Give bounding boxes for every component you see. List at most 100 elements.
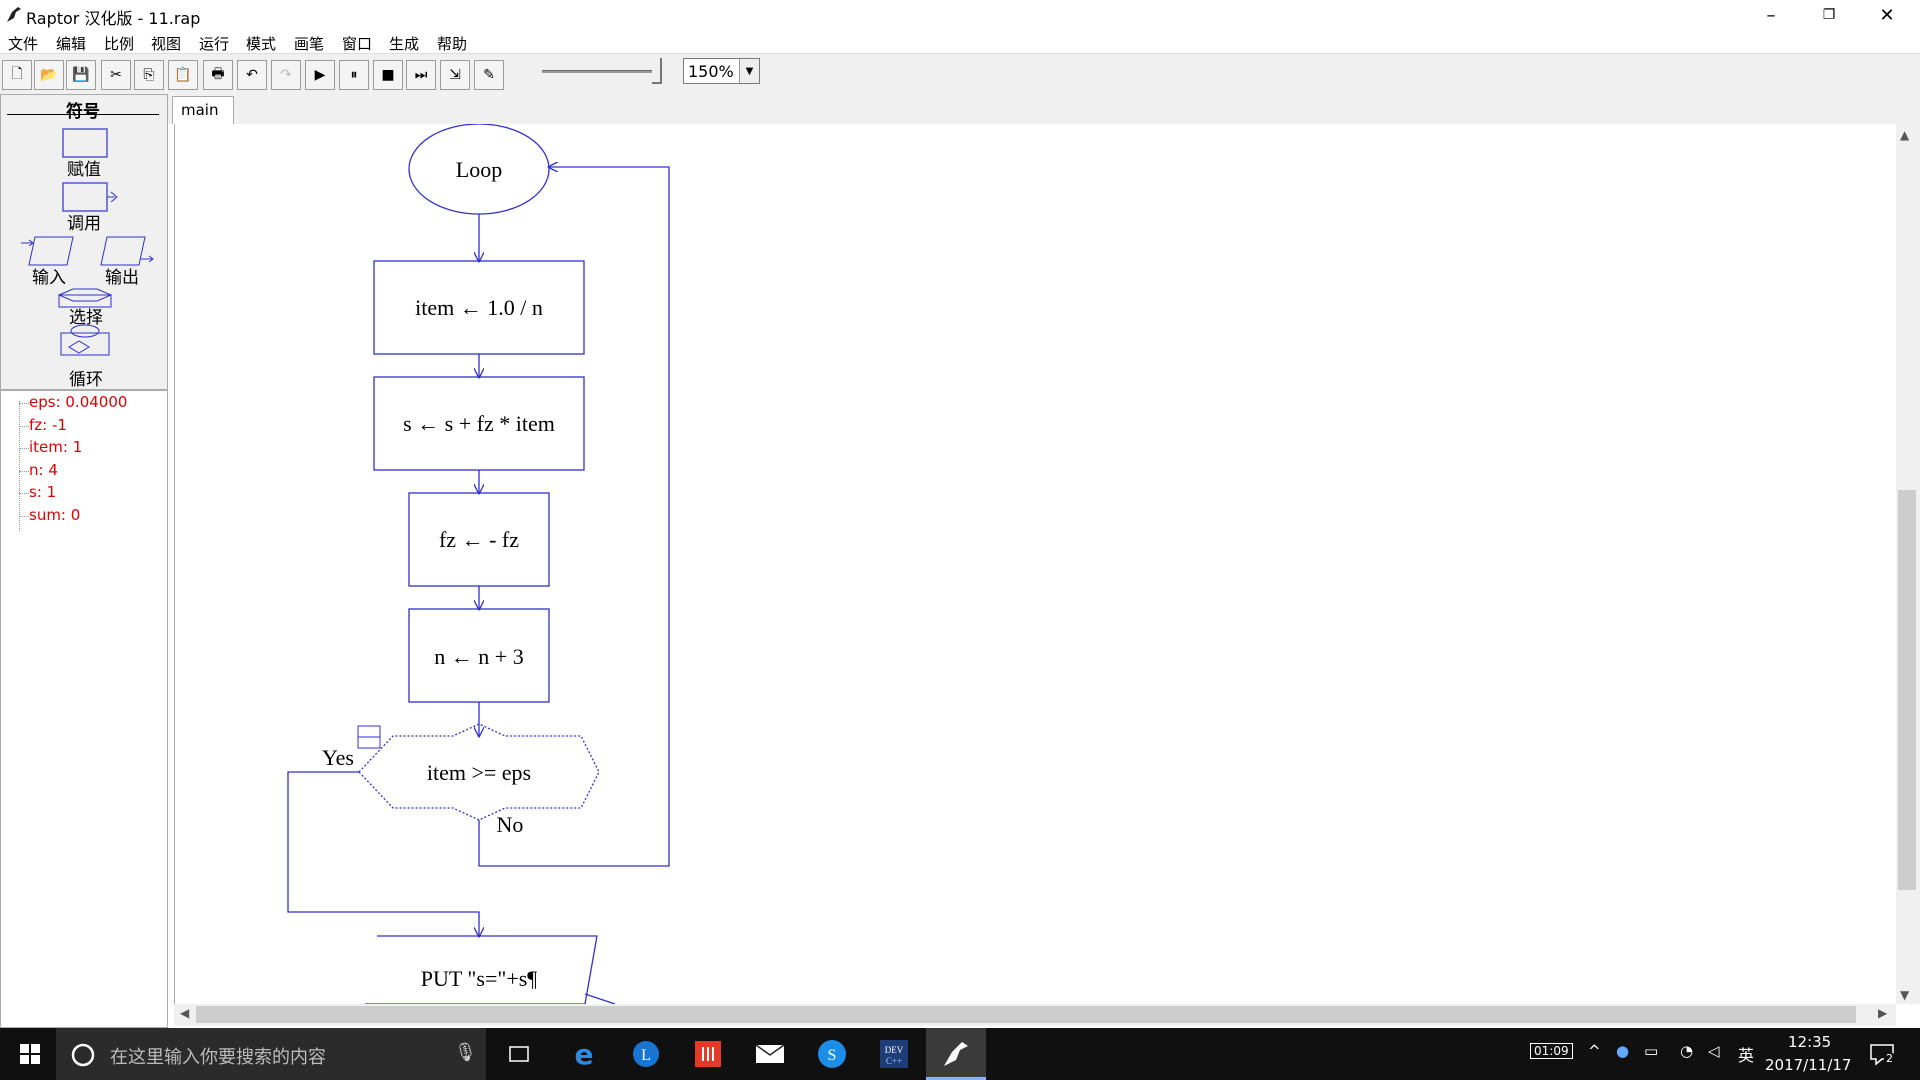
speed-slider-track[interactable] (542, 70, 662, 73)
menu-scale[interactable]: 比例 (104, 33, 134, 54)
title-bar: Raptor 汉化版 - 11.rap – ❐ ✕ (0, 0, 1920, 30)
loop-exit-line (287, 771, 479, 936)
chevron-down-icon[interactable]: ▼ (739, 59, 759, 83)
variable-item: n: 4 (29, 461, 58, 479)
devcpp-icon[interactable]: DEV C++ (876, 1036, 912, 1072)
notification-count: 2 (1884, 1052, 1895, 1065)
call-symbol-label[interactable]: 调用 (67, 209, 101, 234)
cortana-icon (71, 1043, 95, 1067)
pause-icon[interactable]: ⏸ (339, 60, 369, 90)
scroll-down-icon[interactable]: ▼ (1900, 988, 1909, 1002)
speed-slider-thumb[interactable] (652, 58, 662, 84)
step3-label: fz ← - fz (439, 527, 519, 552)
flowchart-canvas[interactable]: Loop item ← 1.0 / n s ← s + fz * item fz… (174, 124, 1896, 1004)
app-l-icon[interactable]: L (628, 1036, 664, 1072)
menu-pen[interactable]: 画笔 (294, 33, 324, 54)
edge-browser-icon[interactable]: e (566, 1036, 602, 1072)
undo-icon[interactable]: ↶ (237, 60, 267, 90)
symbols-panel: 符号 赋值 调用 输入 输出 选择 循环 (0, 94, 168, 390)
step-into-icon[interactable]: ⇲ (440, 60, 470, 90)
no-label: No (497, 812, 524, 837)
input-symbol-label[interactable]: 输入 (32, 263, 66, 288)
raptor-app-icon (7, 7, 21, 22)
clock-time[interactable]: 12:35 (1788, 1033, 1831, 1051)
output-symbol-icon (100, 236, 146, 266)
close-button[interactable]: ✕ (1858, 0, 1916, 30)
copy-icon[interactable]: ⎘ (134, 60, 164, 90)
tray-expand-icon[interactable]: ^ (1588, 1042, 1601, 1060)
loop-label: Loop (456, 157, 502, 182)
redo-icon[interactable]: ↷ (271, 60, 301, 90)
wifi-icon[interactable]: ◔ (1680, 1042, 1693, 1060)
menu-window[interactable]: 窗口 (342, 33, 372, 54)
restore-button[interactable]: ❐ (1800, 0, 1858, 30)
volume-icon[interactable]: ◁ (1708, 1042, 1720, 1060)
select-symbol-label[interactable]: 选择 (69, 303, 103, 328)
assign-symbol-label[interactable]: 赋值 (67, 155, 101, 180)
battery-icon[interactable]: ▭ (1644, 1042, 1658, 1060)
search-placeholder: 在这里输入你要搜索的内容 (110, 1047, 326, 1068)
taskbar-search-input[interactable]: 在这里输入你要搜索的内容 🎙 (56, 1028, 486, 1080)
tree-line (19, 401, 20, 531)
output-symbol-label[interactable]: 输出 (105, 263, 139, 288)
svg-text:C++: C++ (886, 1056, 902, 1066)
svg-text:S: S (828, 1047, 837, 1064)
menu-edit[interactable]: 编辑 (56, 33, 86, 54)
minimize-button[interactable]: – (1742, 0, 1800, 30)
open-icon[interactable]: 📂 (34, 60, 64, 90)
loop-symbol-label[interactable]: 循环 (69, 365, 103, 390)
variable-item: s: 1 (29, 483, 57, 501)
svg-text:L: L (641, 1047, 651, 1064)
menu-mode[interactable]: 模式 (246, 33, 276, 54)
scroll-right-icon[interactable]: ▶ (1878, 1006, 1887, 1020)
new-icon[interactable]: 🗋 (2, 60, 32, 90)
scroll-left-icon[interactable]: ◀ (180, 1006, 189, 1020)
stop-icon[interactable]: ■ (373, 60, 403, 90)
yes-label: Yes (322, 745, 354, 770)
menu-help[interactable]: 帮助 (437, 33, 467, 54)
output-arrow (584, 993, 616, 1004)
cut-icon[interactable]: ✂ (101, 60, 131, 90)
scroll-up-icon[interactable]: ▲ (1900, 128, 1909, 142)
app-red-icon[interactable] (690, 1036, 726, 1072)
clock-date[interactable]: 2017/11/17 (1765, 1056, 1851, 1074)
menu-file[interactable]: 文件 (8, 33, 38, 54)
flowchart: Loop item ← 1.0 / n s ← s + fz * item fz… (287, 124, 670, 1004)
variable-item: item: 1 (29, 438, 83, 456)
mail-icon[interactable] (752, 1036, 788, 1072)
window-title: Raptor 汉化版 - 11.rap (26, 9, 201, 28)
tray-app-icon[interactable]: ● (1616, 1042, 1629, 1060)
notification-icon[interactable]: 2 (1868, 1040, 1896, 1068)
pen-icon[interactable]: ✎ (474, 60, 504, 90)
ime-indicator[interactable]: 英 (1738, 1042, 1754, 1066)
raptor-taskbar-button[interactable] (926, 1028, 986, 1080)
windows-start-icon[interactable] (12, 1036, 48, 1072)
print-icon[interactable]: 🖶 (203, 60, 233, 90)
variable-item: fz: -1 (29, 416, 67, 434)
step4-label: n ← n + 3 (434, 644, 523, 669)
task-view-icon[interactable] (502, 1036, 538, 1072)
assign-symbol-icon (62, 128, 108, 158)
save-icon[interactable]: 💾 (66, 60, 96, 90)
menu-run[interactable]: 运行 (199, 33, 229, 54)
zoom-value: 150% (688, 62, 734, 81)
loop-symbol-box (60, 332, 110, 356)
condition-label: item >= eps (427, 760, 531, 785)
horizontal-scroll-thumb[interactable] (196, 1006, 1856, 1023)
menu-bar: 文件 编辑 比例 视图 运行 模式 画笔 窗口 生成 帮助 (0, 30, 1920, 54)
tab-strip (168, 94, 1920, 124)
step-icon[interactable]: ⏭ (406, 60, 436, 90)
sogou-icon[interactable]: S (814, 1036, 850, 1072)
microphone-icon[interactable]: 🎙 (454, 1042, 477, 1063)
battery-timer[interactable]: 01:09 (1530, 1043, 1573, 1059)
tab-main[interactable]: main (172, 96, 234, 124)
toolbar: 🗋 📂 💾 ✂ ⎘ 📋 🖶 ↶ ↷ ▶ ⏸ ■ ⏭ ⇲ ✎ (0, 54, 1920, 94)
zoom-select[interactable]: 150% ▼ (683, 58, 760, 84)
vertical-scroll-thumb[interactable] (1898, 490, 1916, 890)
output-label: PUT "s="+s¶ (421, 966, 538, 991)
menu-generate[interactable]: 生成 (389, 33, 419, 54)
menu-view[interactable]: 视图 (151, 33, 181, 54)
play-icon[interactable]: ▶ (305, 60, 335, 90)
paste-icon[interactable]: 📋 (168, 60, 198, 90)
loop-diamond-icon (68, 340, 90, 354)
